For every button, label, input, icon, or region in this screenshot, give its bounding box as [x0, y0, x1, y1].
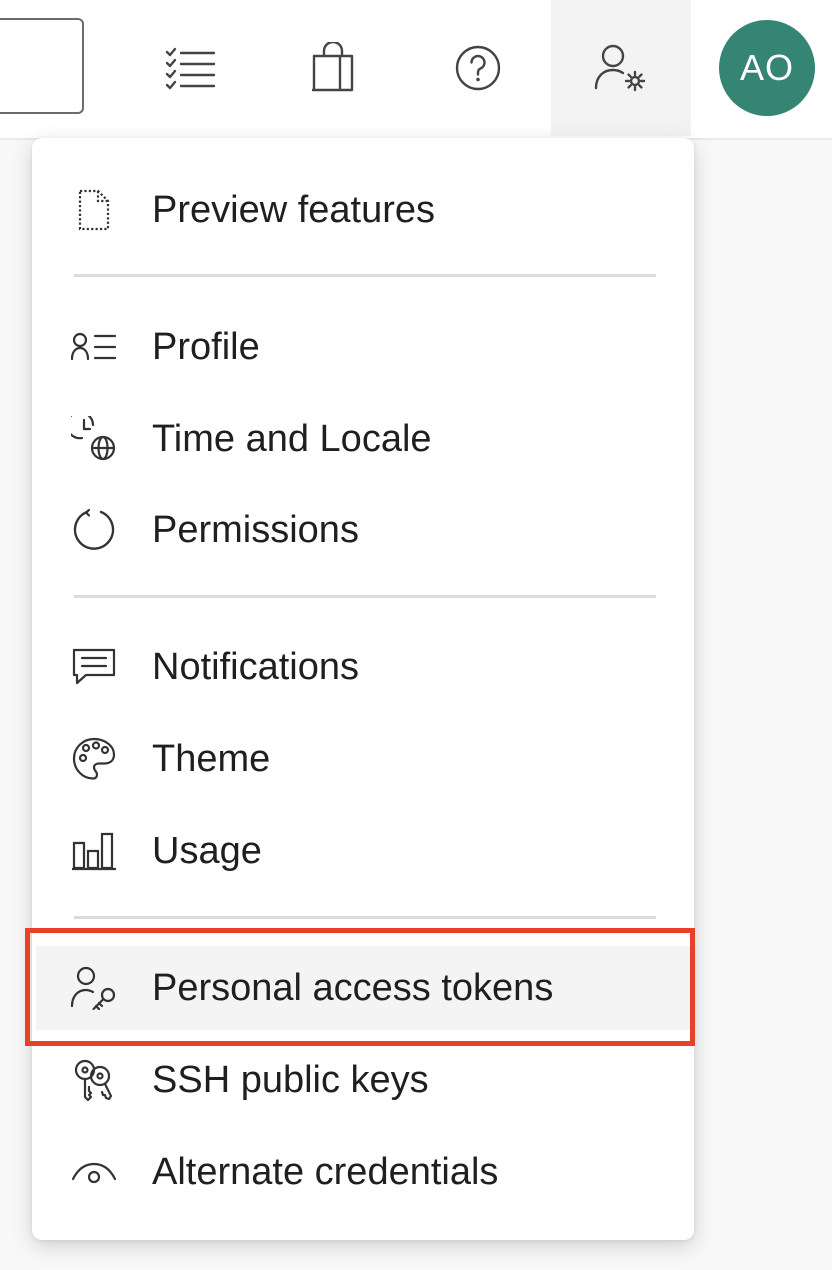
profile-icon [70, 323, 118, 371]
menu-item-label: Personal access tokens [152, 967, 554, 1009]
help-button[interactable] [408, 0, 548, 136]
usage-icon [70, 827, 118, 875]
work-items-button[interactable] [121, 0, 261, 136]
personal-access-tokens-icon [70, 964, 118, 1012]
top-bar: AO [0, 0, 832, 140]
menu-item-label: Permissions [152, 509, 359, 551]
menu-item-alternate-credentials[interactable]: Alternate credentials [36, 1130, 690, 1214]
marketplace-bag-icon [312, 42, 354, 92]
preview-features-icon [70, 186, 118, 234]
menu-item-ssh-public-keys[interactable]: SSH public keys [36, 1038, 690, 1122]
avatar-initials: AO [739, 47, 794, 88]
menu-item-label: SSH public keys [152, 1059, 429, 1101]
ssh-keys-icon [70, 1056, 118, 1104]
time-locale-icon [70, 415, 118, 463]
menu-divider [74, 916, 656, 919]
user-settings-icon [594, 44, 646, 92]
user-settings-menu: Preview features Profile Time and Locale… [32, 138, 694, 1240]
menu-item-preview-features[interactable]: Preview features [36, 168, 690, 252]
search-box[interactable] [0, 18, 84, 114]
marketplace-button[interactable] [263, 0, 403, 136]
menu-item-label: Time and Locale [152, 418, 432, 460]
menu-divider [74, 274, 656, 277]
menu-item-label: Profile [152, 326, 260, 368]
menu-item-personal-access-tokens[interactable]: Personal access tokens [36, 946, 690, 1030]
menu-item-notifications[interactable]: Notifications [36, 625, 690, 709]
work-items-icon [165, 47, 216, 90]
menu-item-theme[interactable]: Theme [36, 717, 690, 801]
menu-item-label: Usage [152, 830, 262, 872]
help-icon [455, 45, 501, 91]
menu-item-label: Preview features [152, 189, 436, 231]
avatar[interactable]: AO [719, 20, 815, 116]
menu-item-profile[interactable]: Profile [36, 305, 690, 389]
user-settings-button[interactable] [551, 0, 691, 136]
menu-item-label: Notifications [152, 646, 359, 688]
permissions-icon [70, 506, 118, 554]
alternate-credentials-icon [70, 1148, 118, 1196]
menu-item-usage[interactable]: Usage [36, 809, 690, 893]
menu-item-time-and-locale[interactable]: Time and Locale [36, 397, 690, 481]
menu-item-label: Theme [152, 738, 271, 780]
notifications-icon [70, 643, 118, 691]
theme-palette-icon [70, 735, 118, 783]
menu-divider [74, 595, 656, 598]
menu-item-label: Alternate credentials [152, 1151, 499, 1193]
menu-item-permissions[interactable]: Permissions [36, 488, 690, 572]
